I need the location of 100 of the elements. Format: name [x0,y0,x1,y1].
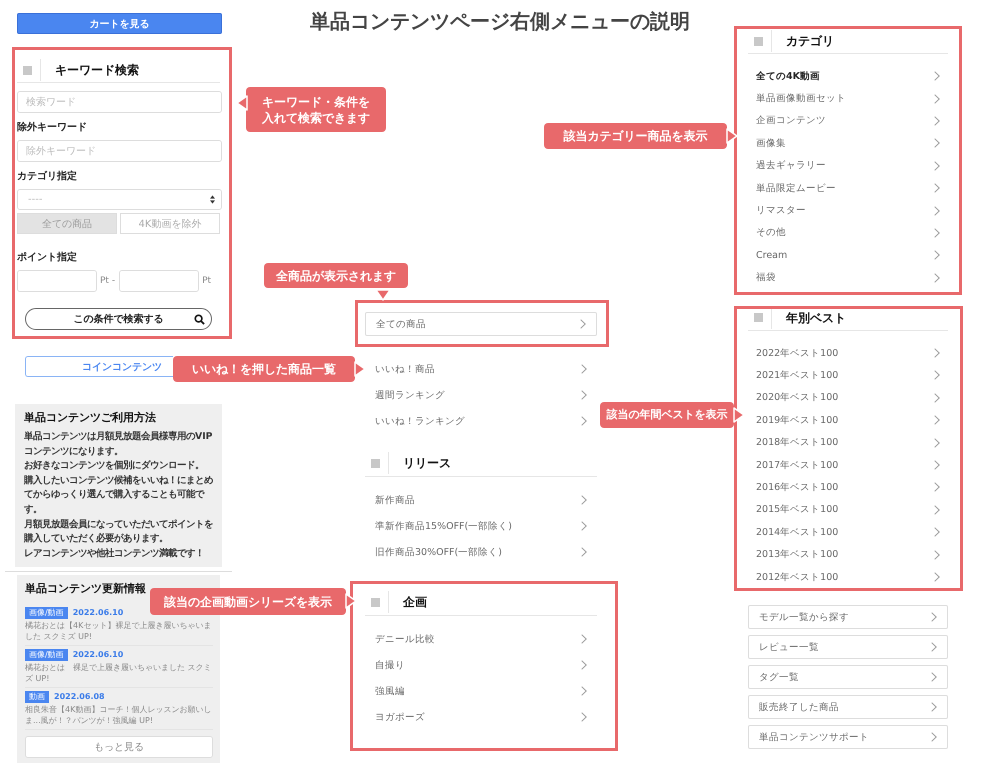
chevron-icon [934,438,940,448]
chevron-icon [934,460,940,470]
chevron-icon [934,272,940,283]
all-products-button[interactable]: 全ての商品 [365,312,597,336]
chevron-icon [581,547,587,557]
menu-link[interactable]: 画像集 [748,132,948,155]
menu-link[interactable]: 旧作商品30%OFF(一部除く) [365,539,597,565]
news-text[interactable]: 橘花おとは 裸足で上履き履いちゃいました スクミズ UP! [25,662,213,684]
menu-link[interactable]: ヨガポーズ [365,704,597,730]
chevron-icon [581,416,587,426]
chevron-icon [934,504,940,515]
section-heading: リリース [388,452,451,474]
chevron-icon [934,71,940,82]
menu-link[interactable]: 単品限定ムービー [748,176,948,200]
panel-heading: 単品コンテンツ更新情報 [25,581,147,596]
usage-text: お好きなコンテンツを個別にダウンロード。 [24,459,205,474]
menu-link[interactable]: 2020年ベスト100 [748,386,948,410]
chevron-icon [934,415,940,426]
field-label: カテゴリ指定 [17,171,78,183]
menu-link[interactable]: 企画コンテンツ [748,110,948,132]
page-title: 単品コンテンツページ右側メニューの説明 [309,8,691,34]
menu-link[interactable]: 2021年ベスト100 [748,364,948,387]
search-button[interactable]: この条件で検索する [25,308,212,330]
chevron-icon [931,672,937,682]
pointer-icon [726,128,738,144]
chevron-icon [931,732,937,742]
chevron-icon [934,183,940,194]
section-heading: キーワード検索 [40,59,139,81]
chevron-icon [934,116,940,126]
chevron-icon [581,660,587,670]
menu-link[interactable]: 過去ギャラリー [748,154,948,177]
menu-link[interactable]: 週間ランキング [365,382,597,408]
menu-link[interactable]: いいね！ランキング [365,408,597,434]
menu-link[interactable]: 2016年ベスト100 [748,476,948,499]
news-text[interactable]: 相良朱音【4K動画】コーチ！個人レッスンお願いしま...風が！？パンツが！強風編 UP! [25,704,213,726]
point-field[interactable] [17,270,97,292]
chevron-icon [934,392,940,403]
menu-link[interactable]: 2013年ベスト100 [748,543,948,566]
chevron-icon [581,364,587,374]
square-icon [371,598,380,606]
menu-button[interactable]: レビュー一覧 [748,635,948,660]
menu-link[interactable]: 福袋 [748,266,948,289]
menu-button[interactable]: 単品コンテンツサポート [748,725,948,750]
chevron-icon [934,160,940,171]
chevron-icon [934,250,940,260]
menu-link[interactable]: デニール比較 [365,626,597,652]
menu-link[interactable]: リマスター [748,199,948,222]
usage-text: 単品コンテンツは月額見放題会員様専用のVIPコンテンツになります。 [24,430,214,459]
news-date: 2022.06.10 [72,607,124,620]
menu-link[interactable]: その他 [748,222,948,244]
chevron-icon [934,370,940,380]
chevron-icon [581,634,587,644]
coin-contents-button[interactable]: コインコンテンツ [25,356,173,377]
menu-link[interactable]: 2014年ベスト100 [748,521,948,544]
chevron-icon [934,138,940,148]
menu-link[interactable]: 2017年ベスト100 [748,454,948,476]
usage-text: 月額見放題会員になっていただいてポイントを購入していただく必要があります。 [24,518,214,546]
menu-button[interactable]: 販売終了した商品 [748,695,948,720]
chevron-icon [581,390,587,400]
updown-icon [210,195,215,204]
menu-link[interactable]: Cream [748,244,948,267]
keyword-field[interactable]: 検索ワード [17,91,222,113]
pointer-icon [345,593,357,609]
category-tag: 動画 [25,691,49,704]
menu-link[interactable]: いいね！商品 [365,356,597,382]
menu-button[interactable]: タグ一覧 [748,665,948,690]
menu-button[interactable]: モデル一覧から探す [748,605,948,630]
chevron-icon [931,612,937,622]
usage-text: レアコンテンツや他社コンテンツ満載です！ [24,546,205,561]
field-label: ポイント指定 [17,252,78,264]
square-icon [754,36,763,46]
menu-link[interactable]: 2022年ベスト100 [748,342,948,364]
more-button[interactable]: もっと見る [25,736,213,758]
menu-link[interactable]: 2019年ベスト100 [748,409,948,432]
exclude-field[interactable]: 除外キーワード [17,140,222,162]
menu-link[interactable]: 2015年ベスト100 [748,498,948,522]
chevron-icon [581,686,587,696]
cart-button[interactable]: カートを見る [17,13,222,34]
square-icon [754,313,763,322]
news-date: 2022.06.10 [72,649,124,662]
section-heading: 企画 [388,591,427,613]
chevron-icon [581,521,587,531]
menu-link[interactable]: 2012年ベスト100 [748,566,948,588]
menu-link[interactable]: 単品画像動画セット [748,87,948,110]
menu-link[interactable]: 強風編 [365,678,597,704]
point-field[interactable] [119,270,200,292]
menu-link[interactable]: 2018年ベスト100 [748,431,948,454]
menu-link[interactable]: 全ての4K動画 [748,65,948,88]
chevron-icon [934,228,940,238]
menu-link[interactable]: 新作商品 [365,487,597,513]
field-label: 除外キーワード [17,122,88,134]
chevron-icon [934,348,940,358]
menu-link[interactable]: 準新作商品15%OFF(一部除く) [365,513,597,539]
search-icon [194,314,205,325]
menu-link[interactable]: 自撮り [365,652,597,678]
pointer-icon [375,289,391,301]
chevron-icon [934,206,940,216]
news-text[interactable]: 橘花おとは【4Kセット】裸足で上履き履いちゃいました スクミズ UP! [25,620,213,642]
pointer-icon [236,95,248,111]
news-date: 2022.06.08 [54,691,105,704]
